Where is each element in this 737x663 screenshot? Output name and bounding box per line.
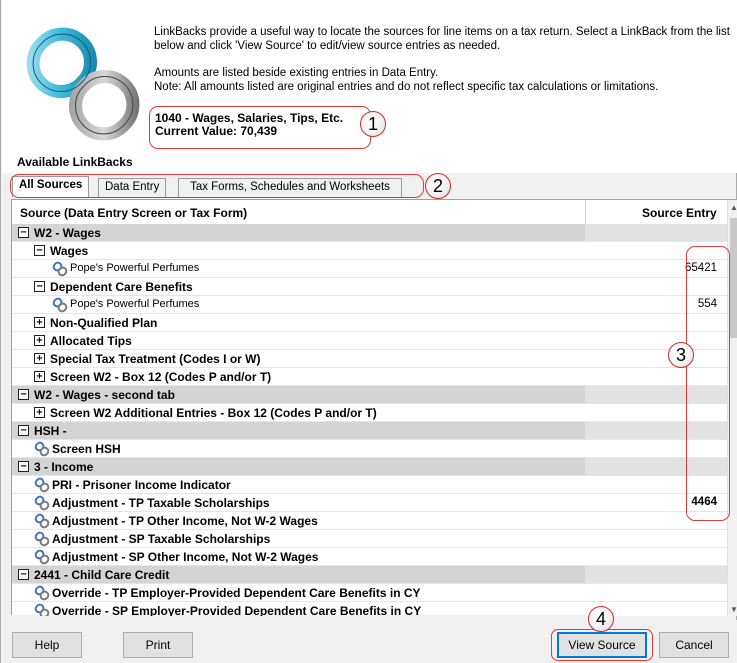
available-linkbacks-label: Available LinkBacks <box>17 155 133 169</box>
linkbacks-dialog: LinkBacks provide a useful way to locate… <box>0 0 737 663</box>
row-label: Override - SP Employer-Provided Dependen… <box>52 604 422 616</box>
group-row[interactable]: −2441 - Child Care Credit <box>12 566 727 584</box>
link-icon <box>52 297 68 313</box>
collapse-icon[interactable]: − <box>34 281 45 292</box>
tabs-highlight <box>10 174 424 198</box>
category-row[interactable]: Adjustment - TP Taxable Scholarships 4464 <box>12 494 727 512</box>
linkbacks-grid: Source (Data Entry Screen or Tax Form) S… <box>11 199 737 616</box>
collapse-icon[interactable]: − <box>18 569 29 580</box>
link-icon <box>34 549 50 565</box>
row-label: Dependent Care Benefits <box>50 280 193 294</box>
row-label: 2441 - Child Care Credit <box>34 568 170 582</box>
print-button[interactable]: Print <box>123 632 193 658</box>
grid-header: Source (Data Entry Screen or Tax Form) S… <box>12 200 727 224</box>
scroll-up-arrow-icon[interactable]: ▲ <box>730 203 737 212</box>
current-value: Current Value: 70,439 <box>155 124 278 138</box>
row-label: Allocated Tips <box>50 334 132 348</box>
column-header-entry[interactable]: Source Entry <box>642 206 717 220</box>
row-label: Override - TP Employer-Provided Dependen… <box>52 586 421 600</box>
grid-rows: − W2 - Wages − Wages Pope's Powerful Perfume… <box>12 224 727 616</box>
category-row[interactable]: + Non-Qualified Plan <box>12 314 727 332</box>
link-icon <box>34 531 50 547</box>
category-row[interactable]: + Screen W2 - Box 12 (Codes P and/or T) <box>12 368 727 386</box>
row-label: W2 - Wages <box>34 226 101 240</box>
link-icon <box>34 585 50 601</box>
callout-badge: 1 <box>360 111 386 137</box>
cancel-button[interactable]: Cancel <box>659 632 729 658</box>
collapse-icon[interactable]: − <box>18 227 29 238</box>
group-row[interactable]: −3 - Income <box>12 458 727 476</box>
category-row[interactable]: Override - TP Employer-Provided Dependen… <box>12 584 727 602</box>
expand-icon[interactable]: + <box>34 371 45 382</box>
collapse-icon[interactable]: − <box>18 461 29 472</box>
row-label: 3 - Income <box>34 460 94 474</box>
link-icon <box>34 441 50 457</box>
link-icon <box>34 513 50 529</box>
group-row[interactable]: − HSH - <box>12 422 727 440</box>
row-label: W2 - Wages - second tab <box>34 388 175 402</box>
category-row[interactable]: Override - SP Employer-Provided Dependen… <box>12 602 727 616</box>
category-row[interactable]: + Allocated Tips <box>12 332 727 350</box>
category-row[interactable]: Adjustment - SP Other Income, Not W-2 Wa… <box>12 548 727 566</box>
entry-row[interactable]: Pope's Powerful Perfumes 554 <box>12 296 727 314</box>
category-row[interactable]: Adjustment - TP Other Income, Not W-2 Wa… <box>12 512 727 530</box>
current-line-info: 1040 - Wages, Salaries, Tips, Etc. Curre… <box>155 112 343 138</box>
description-text: LinkBacks provide a useful way to locate… <box>154 25 734 94</box>
expand-icon[interactable]: + <box>34 335 45 346</box>
link-icon <box>52 261 68 277</box>
chain-link-icon <box>26 27 140 141</box>
callout-badge: 4 <box>588 606 614 632</box>
collapse-icon[interactable]: − <box>18 425 29 436</box>
view-source-highlight <box>551 629 653 661</box>
expand-icon[interactable]: + <box>34 407 45 418</box>
row-label: Pope's Powerful Perfumes <box>70 262 200 274</box>
category-row[interactable]: + Screen W2 Additional Entries - Box 12 (… <box>12 404 727 422</box>
row-label: Pope's Powerful Perfumes <box>70 298 200 310</box>
collapse-icon[interactable]: − <box>18 389 29 400</box>
row-label: Screen W2 Additional Entries - Box 12 (C… <box>50 406 377 420</box>
source-entry-highlight <box>686 246 730 521</box>
category-row[interactable]: − Wages <box>12 242 727 260</box>
callout-badge: 3 <box>668 342 694 368</box>
description-line: below and click 'View Source' to edit/vi… <box>154 40 501 52</box>
entry-row[interactable]: Pope's Powerful Perfumes 65421 <box>12 260 727 278</box>
category-row[interactable]: + Special Tax Treatment (Codes I or W) <box>12 350 727 368</box>
description-line: LinkBacks provide a useful way to locate… <box>154 26 730 38</box>
category-row[interactable]: − Dependent Care Benefits <box>12 278 727 296</box>
scroll-thumb[interactable] <box>730 218 737 338</box>
description-line: Amounts are listed beside existing entri… <box>154 67 439 79</box>
row-label: Non-Qualified Plan <box>50 316 158 330</box>
group-row[interactable]: − W2 - Wages - second tab <box>12 386 727 404</box>
category-row[interactable]: PRI - Prisoner Income Indicator <box>12 476 727 494</box>
expand-icon[interactable]: + <box>34 317 45 328</box>
row-label: Adjustment - TP Other Income, Not W-2 Wa… <box>52 514 318 528</box>
callout-badge: 2 <box>425 173 451 199</box>
scroll-down-arrow-icon[interactable]: ▼ <box>730 605 737 614</box>
row-label: Adjustment - TP Taxable Scholarships <box>52 496 270 510</box>
link-icon <box>34 603 50 616</box>
expand-icon[interactable]: + <box>34 353 45 364</box>
collapse-icon[interactable]: − <box>34 245 45 256</box>
group-row[interactable]: − W2 - Wages <box>12 224 727 242</box>
link-icon <box>34 477 50 493</box>
row-label: PRI - Prisoner Income Indicator <box>52 478 231 492</box>
row-label: Screen W2 - Box 12 (Codes P and/or T) <box>50 370 272 384</box>
row-label: Screen HSH <box>52 442 121 456</box>
row-label: Adjustment - SP Other Income, Not W-2 Wa… <box>52 550 319 564</box>
category-row[interactable]: Adjustment - SP Taxable Scholarships <box>12 530 727 548</box>
row-label: Wages <box>50 244 89 258</box>
help-button[interactable]: Help <box>12 632 82 658</box>
row-label: HSH - <box>34 424 67 438</box>
description-line: Note: All amounts listed are original en… <box>154 81 659 93</box>
link-icon <box>34 495 50 511</box>
category-row[interactable]: Screen HSH <box>12 440 727 458</box>
column-header-source[interactable]: Source (Data Entry Screen or Tax Form) <box>20 206 247 220</box>
dialog-header: LinkBacks provide a useful way to locate… <box>2 0 737 173</box>
row-label: Special Tax Treatment (Codes I or W) <box>50 352 261 366</box>
row-label: Adjustment - SP Taxable Scholarships <box>52 532 271 546</box>
